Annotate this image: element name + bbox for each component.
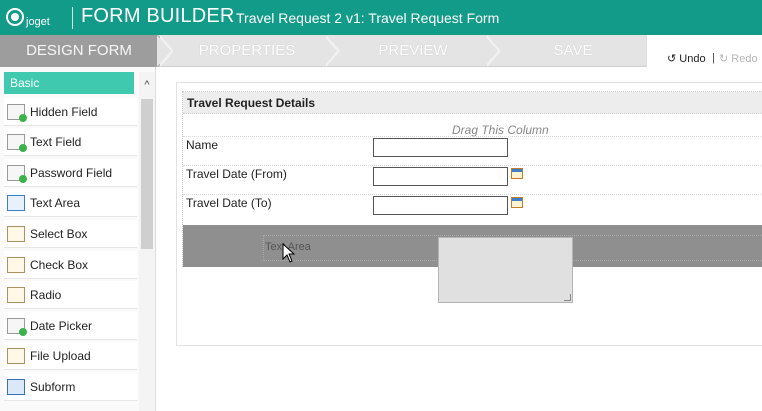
hidden-field-icon	[7, 104, 27, 122]
name-field-label: Name	[186, 138, 219, 152]
step-save-label: SAVE	[553, 42, 593, 59]
text-field-icon	[7, 134, 27, 152]
palette-scrollbar[interactable]: ^	[139, 72, 155, 411]
resize-grip-icon	[564, 294, 571, 301]
scroll-thumb[interactable]	[141, 99, 153, 249]
mouse-cursor-icon	[282, 243, 296, 263]
radio-icon	[7, 287, 25, 303]
drag-column-handle[interactable]: Drag This Column	[452, 123, 549, 137]
palette-item-select-box[interactable]: Select Box	[4, 220, 137, 248]
step-design-form[interactable]: DESIGN FORM	[0, 35, 174, 67]
palette-item-text-field[interactable]: Text Field	[4, 128, 137, 156]
name-input[interactable]	[373, 138, 508, 157]
palette-category-label: Basic	[10, 76, 40, 90]
history-separator: |	[712, 52, 715, 64]
redo-icon: ↻	[719, 53, 729, 65]
palette-item-label: Check Box	[30, 258, 89, 272]
section-header[interactable]: Travel Request Details	[183, 92, 762, 114]
file-upload-icon	[7, 348, 25, 364]
step-save[interactable]: SAVE	[500, 35, 646, 67]
palette-item-file-upload[interactable]: File Upload	[4, 342, 137, 370]
undo-button[interactable]: ↺ Undo	[667, 52, 706, 65]
redo-button[interactable]: ↻ Redo	[719, 52, 758, 65]
palette-category-basic[interactable]: Basic	[4, 72, 134, 94]
step-properties-label: PROPERTIES	[198, 42, 296, 59]
row-divider	[183, 136, 762, 137]
travel-date-to-input[interactable]	[373, 196, 508, 215]
app-title: FORM BUILDER	[81, 5, 235, 27]
element-palette: Basic ^ Hidden Field Text Field Password…	[0, 67, 156, 411]
palette-item-label: Text Area	[30, 196, 81, 210]
palette-item-label: Password Field	[30, 166, 113, 180]
travel-date-to-label: Travel Date (To)	[186, 196, 272, 210]
step-properties[interactable]: PROPERTIES	[172, 35, 322, 67]
redo-label: Redo	[731, 53, 758, 65]
subform-icon	[7, 379, 25, 395]
undo-icon: ↺	[667, 53, 677, 65]
travel-date-from-label: Travel Date (From)	[186, 167, 287, 181]
section-title: Travel Request Details	[187, 96, 316, 110]
palette-item-label: Select Box	[30, 227, 88, 241]
palette-item-hidden-field[interactable]: Hidden Field	[4, 98, 137, 126]
form-title: Travel Request 2 v1: Travel Request Form	[236, 10, 500, 26]
step-chevron-icon	[323, 35, 337, 67]
joget-logo-icon	[6, 8, 24, 26]
calendar-icon[interactable]	[511, 168, 523, 179]
calendar-icon[interactable]	[511, 197, 523, 208]
palette-item-label: Hidden Field	[30, 105, 98, 119]
history-controls: ↺ Undo | ↻ Redo	[646, 35, 762, 67]
step-preview[interactable]: PREVIEW	[338, 35, 488, 67]
travel-date-from-input[interactable]	[373, 167, 508, 186]
select-box-icon	[7, 226, 25, 242]
palette-item-label: Radio	[30, 288, 62, 302]
palette-item-check-box[interactable]: Check Box	[4, 251, 137, 279]
step-chevron-icon	[484, 35, 498, 67]
palette-item-radio[interactable]: Radio	[4, 281, 137, 309]
palette-item-label: Date Picker	[30, 319, 93, 333]
palette-item-label: Text Field	[30, 135, 82, 149]
builder-steps: DESIGN FORM PROPERTIES PREVIEW SAVE	[0, 35, 646, 67]
password-field-icon	[7, 165, 27, 183]
palette-item-label: File Upload	[30, 349, 91, 363]
logo-text: joget	[26, 16, 50, 28]
palette-item-label: Subform	[30, 380, 76, 394]
scroll-up-icon[interactable]: ^	[139, 78, 155, 92]
palette-item-subform[interactable]: Subform	[4, 373, 137, 401]
palette-item-password-field[interactable]: Password Field	[4, 159, 137, 187]
app-header: joget FORM BUILDER Travel Request 2 v1: …	[0, 0, 762, 35]
step-preview-label: PREVIEW	[378, 42, 448, 59]
palette-item-text-area[interactable]: Text Area	[4, 189, 137, 217]
palette-item-date-picker[interactable]: Date Picker	[4, 312, 137, 340]
check-box-icon	[7, 257, 25, 273]
text-area-icon	[7, 195, 25, 211]
dragged-text-area[interactable]	[438, 237, 573, 303]
undo-label: Undo	[679, 53, 706, 65]
row-divider	[183, 165, 762, 166]
step-design-form-label: DESIGN FORM	[26, 42, 132, 59]
step-chevron-icon	[157, 35, 171, 67]
row-divider	[183, 194, 762, 195]
date-picker-icon	[7, 318, 27, 336]
header-divider	[72, 7, 73, 29]
joget-logo[interactable]: joget	[6, 4, 68, 32]
